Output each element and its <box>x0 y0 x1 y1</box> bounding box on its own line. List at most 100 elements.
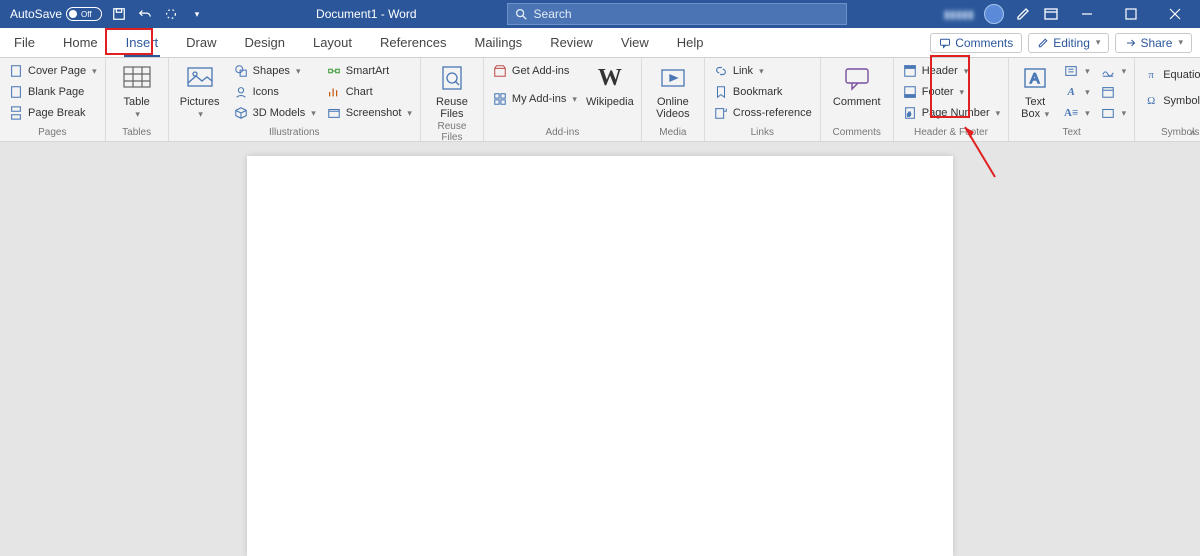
account-avatar[interactable] <box>984 4 1004 24</box>
wordart-icon: A <box>1063 84 1079 100</box>
pictures-icon <box>184 62 216 94</box>
drop-cap-button[interactable]: A≡▾ <box>1063 104 1090 122</box>
icons-button[interactable]: Icons <box>233 83 316 101</box>
wikipedia-button[interactable]: W Wikipedia <box>587 62 633 108</box>
tab-view[interactable]: View <box>607 28 663 57</box>
smartart-button[interactable]: SmartArt <box>326 62 412 80</box>
tab-review[interactable]: Review <box>536 28 607 57</box>
ribbon-insert: Cover Page▾ Blank Page Page Break Pages … <box>0 58 1200 142</box>
signature-line-button[interactable]: ▾ <box>1100 62 1127 80</box>
group-header-footer: Header▾ Footer▾ #Page Number▾ Header & F… <box>894 58 1009 141</box>
chevron-down-icon: ▾ <box>1178 37 1183 48</box>
chevron-down-icon: ▾ <box>311 108 316 119</box>
undo-icon[interactable] <box>136 5 154 23</box>
minimize-button[interactable] <box>1070 0 1104 28</box>
blank-page-button[interactable]: Blank Page <box>8 83 97 101</box>
reuse-files-button[interactable]: Reuse Files <box>429 62 475 120</box>
document-page[interactable] <box>247 156 953 556</box>
icons-icon <box>233 84 249 100</box>
page-number-button[interactable]: #Page Number▾ <box>902 104 1000 122</box>
chevron-down-icon: ▾ <box>1085 66 1090 77</box>
save-icon[interactable] <box>110 5 128 23</box>
quick-parts-button[interactable]: ▾ <box>1063 62 1090 80</box>
tab-mailings[interactable]: Mailings <box>461 28 537 57</box>
chevron-down-icon: ▾ <box>135 109 140 119</box>
page-break-icon <box>8 105 24 121</box>
comments-button[interactable]: Comments <box>930 33 1022 53</box>
tab-insert[interactable]: Insert <box>112 28 173 57</box>
object-button[interactable]: ▾ <box>1100 104 1127 122</box>
quick-parts-icon <box>1063 63 1079 79</box>
document-title: Document1 - Word <box>316 7 416 21</box>
group-media: Online Videos Media <box>642 58 705 141</box>
search-icon <box>514 7 528 21</box>
my-addins-button[interactable]: My Add-ins▾ <box>492 90 577 108</box>
online-videos-button[interactable]: Online Videos <box>650 62 696 120</box>
wordart-button[interactable]: A▾ <box>1063 83 1090 101</box>
share-button[interactable]: Share▾ <box>1115 33 1192 53</box>
cover-page-button[interactable]: Cover Page▾ <box>8 62 97 80</box>
ribbon-tabs: File Home Insert Draw Design Layout Refe… <box>0 28 1200 58</box>
maximize-button[interactable] <box>1114 0 1148 28</box>
footer-icon <box>902 84 918 100</box>
date-time-button[interactable] <box>1100 83 1127 101</box>
header-button[interactable]: Header▾ <box>902 62 1000 80</box>
link-button[interactable]: Link▾ <box>713 62 812 80</box>
page-break-button[interactable]: Page Break <box>8 104 97 122</box>
tab-file[interactable]: File <box>0 28 49 57</box>
tab-layout[interactable]: Layout <box>299 28 366 57</box>
qat-customize-icon[interactable]: ▾ <box>188 5 206 23</box>
chart-button[interactable]: Chart <box>326 83 412 101</box>
tab-home[interactable]: Home <box>49 28 112 57</box>
video-icon <box>657 62 689 94</box>
tab-help[interactable]: Help <box>663 28 718 57</box>
pen-icon[interactable] <box>1014 5 1032 23</box>
get-addins-button[interactable]: Get Add-ins <box>492 62 577 80</box>
comment-button[interactable]: Comment <box>829 62 885 108</box>
group-tables: Table▾ Tables <box>106 58 169 141</box>
screenshot-button[interactable]: Screenshot▾ <box>326 104 412 122</box>
group-reuse-files: Reuse Files Reuse Files <box>421 58 484 141</box>
chevron-down-icon: ▾ <box>572 94 577 105</box>
pictures-button[interactable]: Pictures▾ <box>177 62 223 120</box>
smartart-icon <box>326 63 342 79</box>
store-icon <box>492 63 508 79</box>
tab-design[interactable]: Design <box>231 28 299 57</box>
object-icon <box>1100 105 1116 121</box>
text-box-button[interactable]: A Text Box ▾ <box>1017 62 1053 120</box>
addins-icon <box>492 91 508 107</box>
autosave-toggle[interactable]: AutoSave Off <box>10 7 102 21</box>
signature-icon <box>1100 63 1116 79</box>
text-box-icon: A <box>1019 62 1051 94</box>
chevron-down-icon: ▾ <box>198 109 203 119</box>
tab-references[interactable]: References <box>366 28 460 57</box>
footer-button[interactable]: Footer▾ <box>902 83 1000 101</box>
symbol-button[interactable]: ΩSymbol▾ <box>1143 92 1200 110</box>
shapes-button[interactable]: Shapes▾ <box>233 62 316 80</box>
search-input[interactable]: Search <box>507 3 847 25</box>
chevron-down-icon: ▾ <box>1085 87 1090 98</box>
close-button[interactable] <box>1158 0 1192 28</box>
chevron-down-icon: ▾ <box>296 66 301 77</box>
wikipedia-icon: W <box>594 62 626 94</box>
table-button[interactable]: Table▾ <box>114 62 160 120</box>
tab-draw[interactable]: Draw <box>172 28 230 57</box>
reuse-files-icon <box>436 62 468 94</box>
3d-models-button[interactable]: 3D Models▾ <box>233 104 316 122</box>
svg-text:A: A <box>1030 70 1040 86</box>
equation-button[interactable]: πEquation▾ <box>1143 66 1200 84</box>
cross-reference-button[interactable]: Cross-reference <box>713 104 812 122</box>
chevron-down-icon: ▾ <box>964 66 969 77</box>
collapse-ribbon-button[interactable]: ˄ <box>1190 128 1196 139</box>
bookmark-button[interactable]: Bookmark <box>713 83 812 101</box>
chevron-down-icon: ▾ <box>1096 37 1101 48</box>
account-name: ▮▮▮▮▮ <box>944 8 974 21</box>
chevron-down-icon: ▾ <box>1085 108 1090 119</box>
chevron-down-icon: ▾ <box>407 108 412 119</box>
chevron-down-icon: ▾ <box>996 108 1001 119</box>
editing-mode-button[interactable]: Editing▾ <box>1028 33 1109 53</box>
redo-icon[interactable] <box>162 5 180 23</box>
ribbon-display-icon[interactable] <box>1042 5 1060 23</box>
autosave-label: AutoSave <box>10 7 62 21</box>
chevron-down-icon: ▾ <box>960 87 965 98</box>
